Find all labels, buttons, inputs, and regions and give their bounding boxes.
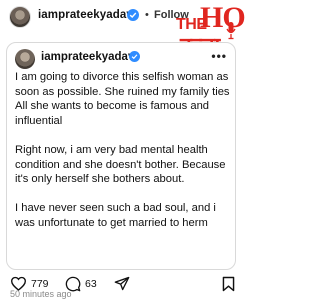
separator-dot: • (145, 9, 149, 21)
verified-badge-icon (127, 9, 139, 21)
post-paragraph: Right now, i am very bad mental health c… (15, 143, 226, 186)
post-caption: I am going to divorce this selfish woman… (15, 70, 233, 245)
post-paragraph: I have never seen such a bad soul, and i… (15, 202, 216, 229)
card-username[interactable]: iamprateekyadav (41, 51, 134, 63)
embedded-post-card: iamprateekyadav ••• I am going to divorc… (6, 42, 236, 270)
profile-avatar[interactable] (9, 6, 31, 28)
comment-count: 63 (85, 278, 97, 290)
like-count: 779 (31, 277, 49, 290)
microphone-icon (226, 22, 236, 40)
share-icon (114, 276, 130, 291)
more-options-icon[interactable]: ••• (211, 49, 227, 63)
post-paragraph: I am going to divorce this selfish woman… (15, 71, 230, 127)
username[interactable]: iamprateekyadav (38, 9, 133, 21)
card-verified-badge-icon (129, 51, 140, 62)
post-timestamp: 50 minutes ago (10, 289, 72, 299)
bookmark-icon (222, 276, 235, 292)
share-button[interactable] (114, 276, 130, 291)
save-button[interactable] (222, 276, 235, 292)
card-avatar[interactable] (15, 49, 35, 69)
